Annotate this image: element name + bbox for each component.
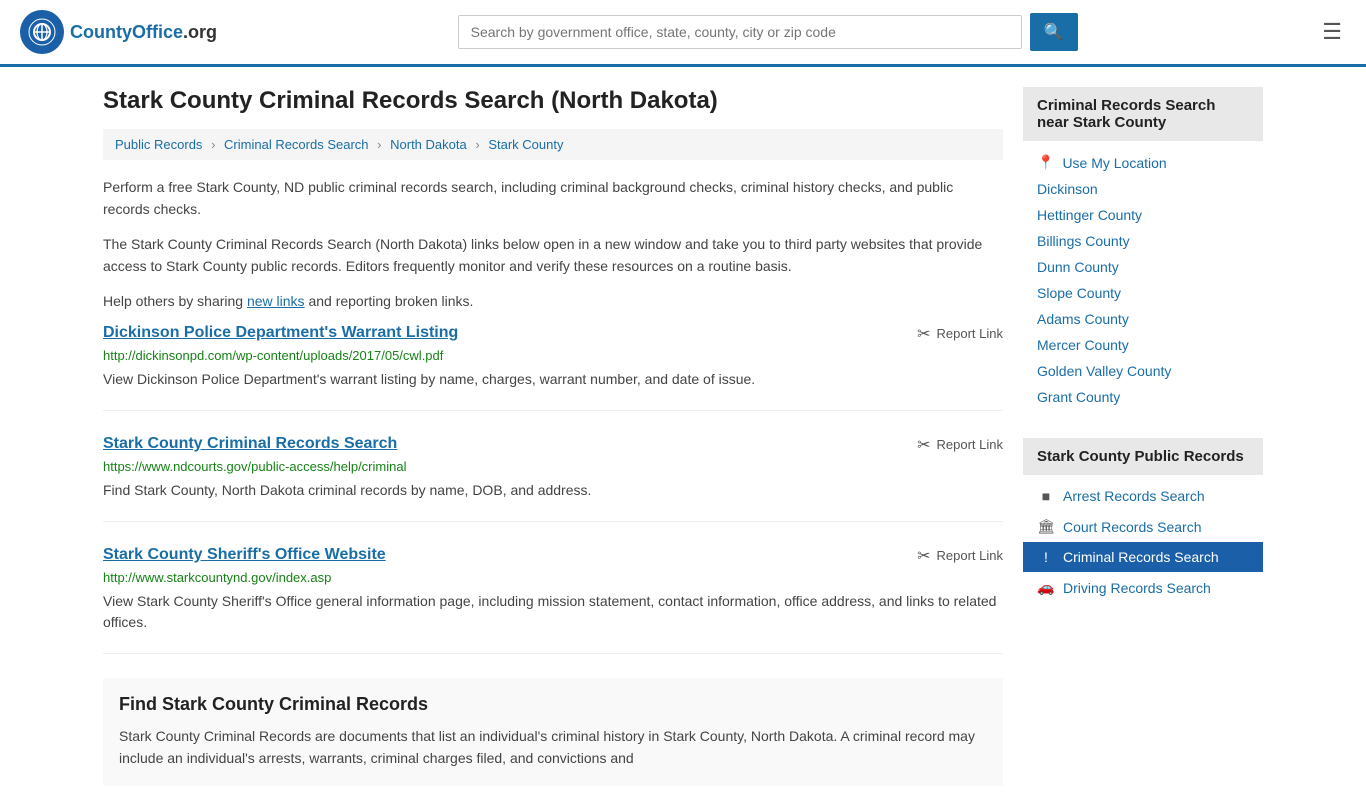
report-link-1[interactable]: ✂ Report Link [917, 324, 1003, 344]
report-link-3[interactable]: ✂ Report Link [917, 546, 1003, 566]
search-area: 🔍 [458, 13, 1078, 51]
pub-records-header: Stark County Public Records [1023, 438, 1263, 475]
pub-record-2[interactable]: ! Criminal Records Search [1023, 542, 1263, 572]
record-entry-2: Stark County Criminal Records Search ✂ R… [103, 435, 1003, 522]
record-header-3: Stark County Sheriff's Office Website ✂ … [103, 546, 1003, 566]
record-header-1: Dickinson Police Department's Warrant Li… [103, 324, 1003, 344]
record-url-3: http://www.starkcountynd.gov/index.asp [103, 570, 1003, 585]
breadcrumb-north-dakota[interactable]: North Dakota [390, 137, 467, 152]
nearby-link-8[interactable]: Grant County [1023, 384, 1263, 410]
search-input[interactable] [458, 15, 1022, 49]
find-desc: Stark County Criminal Records are docume… [119, 725, 987, 770]
record-url-2: https://www.ndcourts.gov/public-access/h… [103, 459, 1003, 474]
pub-records-list: ■ Arrest Records Search 🏛 Court Records … [1023, 475, 1263, 609]
location-icon: 📍 [1037, 154, 1054, 171]
breadcrumb-criminal-records-search[interactable]: Criminal Records Search [224, 137, 369, 152]
nearby-section: Criminal Records Search near Stark Count… [1023, 87, 1263, 418]
record-desc-2: Find Stark County, North Dakota criminal… [103, 480, 1003, 501]
nearby-link-1[interactable]: Hettinger County [1023, 202, 1263, 228]
pub-records-section: Stark County Public Records ■ Arrest Rec… [1023, 438, 1263, 609]
nearby-link-7[interactable]: Golden Valley County [1023, 358, 1263, 384]
criminal-icon: ! [1037, 549, 1055, 565]
record-title-2[interactable]: Stark County Criminal Records Search [103, 435, 397, 453]
nearby-link-4[interactable]: Slope County [1023, 280, 1263, 306]
record-url-1: http://dickinsonpd.com/wp-content/upload… [103, 348, 1003, 363]
breadcrumb-stark-county[interactable]: Stark County [488, 137, 563, 152]
logo-text: CountyOffice.org [70, 22, 217, 43]
nearby-link-2[interactable]: Billings County [1023, 228, 1263, 254]
description-3: Help others by sharing new links and rep… [103, 290, 1003, 312]
pub-record-1[interactable]: 🏛 Court Records Search [1023, 511, 1263, 542]
record-desc-1: View Dickinson Police Department's warra… [103, 369, 1003, 390]
menu-button[interactable]: ☰ [1318, 15, 1346, 49]
record-title-3[interactable]: Stark County Sheriff's Office Website [103, 546, 386, 564]
site-header: CountyOffice.org 🔍 ☰ [0, 0, 1366, 67]
record-desc-3: View Stark County Sheriff's Office gener… [103, 591, 1003, 633]
breadcrumb-public-records[interactable]: Public Records [115, 137, 202, 152]
arrest-icon: ■ [1037, 488, 1055, 504]
find-title: Find Stark County Criminal Records [119, 694, 987, 715]
report-icon-2: ✂ [917, 435, 930, 455]
record-entry-1: Dickinson Police Department's Warrant Li… [103, 324, 1003, 411]
logo-area: CountyOffice.org [20, 10, 217, 54]
pub-record-3[interactable]: 🚗 Driving Records Search [1023, 572, 1263, 603]
driving-icon: 🚗 [1037, 579, 1055, 596]
nearby-header: Criminal Records Search near Stark Count… [1023, 87, 1263, 141]
page-title: Stark County Criminal Records Search (No… [103, 87, 1003, 115]
sidebar: Criminal Records Search near Stark Count… [1023, 87, 1263, 786]
breadcrumb: Public Records › Criminal Records Search… [103, 129, 1003, 160]
main-content: Stark County Criminal Records Search (No… [103, 87, 1003, 786]
pub-record-0[interactable]: ■ Arrest Records Search [1023, 481, 1263, 511]
description-2: The Stark County Criminal Records Search… [103, 233, 1003, 278]
nearby-link-3[interactable]: Dunn County [1023, 254, 1263, 280]
record-title-1[interactable]: Dickinson Police Department's Warrant Li… [103, 324, 458, 342]
use-my-location-link[interactable]: Use My Location [1062, 155, 1166, 171]
record-header-2: Stark County Criminal Records Search ✂ R… [103, 435, 1003, 455]
find-section: Find Stark County Criminal Records Stark… [103, 678, 1003, 786]
logo-icon [20, 10, 64, 54]
nearby-list: 📍 Use My Location Dickinson Hettinger Co… [1023, 141, 1263, 418]
use-my-location-item[interactable]: 📍 Use My Location [1023, 149, 1263, 176]
nearby-link-0[interactable]: Dickinson [1023, 176, 1263, 202]
report-link-2[interactable]: ✂ Report Link [917, 435, 1003, 455]
nearby-link-6[interactable]: Mercer County [1023, 332, 1263, 358]
court-icon: 🏛 [1037, 518, 1055, 535]
report-icon-3: ✂ [917, 546, 930, 566]
record-entry-3: Stark County Sheriff's Office Website ✂ … [103, 546, 1003, 654]
header-right: ☰ [1318, 15, 1346, 49]
main-container: Stark County Criminal Records Search (No… [83, 67, 1283, 806]
nearby-link-5[interactable]: Adams County [1023, 306, 1263, 332]
report-icon-1: ✂ [917, 324, 930, 344]
new-links-link[interactable]: new links [247, 293, 305, 309]
description-1: Perform a free Stark County, ND public c… [103, 176, 1003, 221]
search-button[interactable]: 🔍 [1030, 13, 1078, 51]
